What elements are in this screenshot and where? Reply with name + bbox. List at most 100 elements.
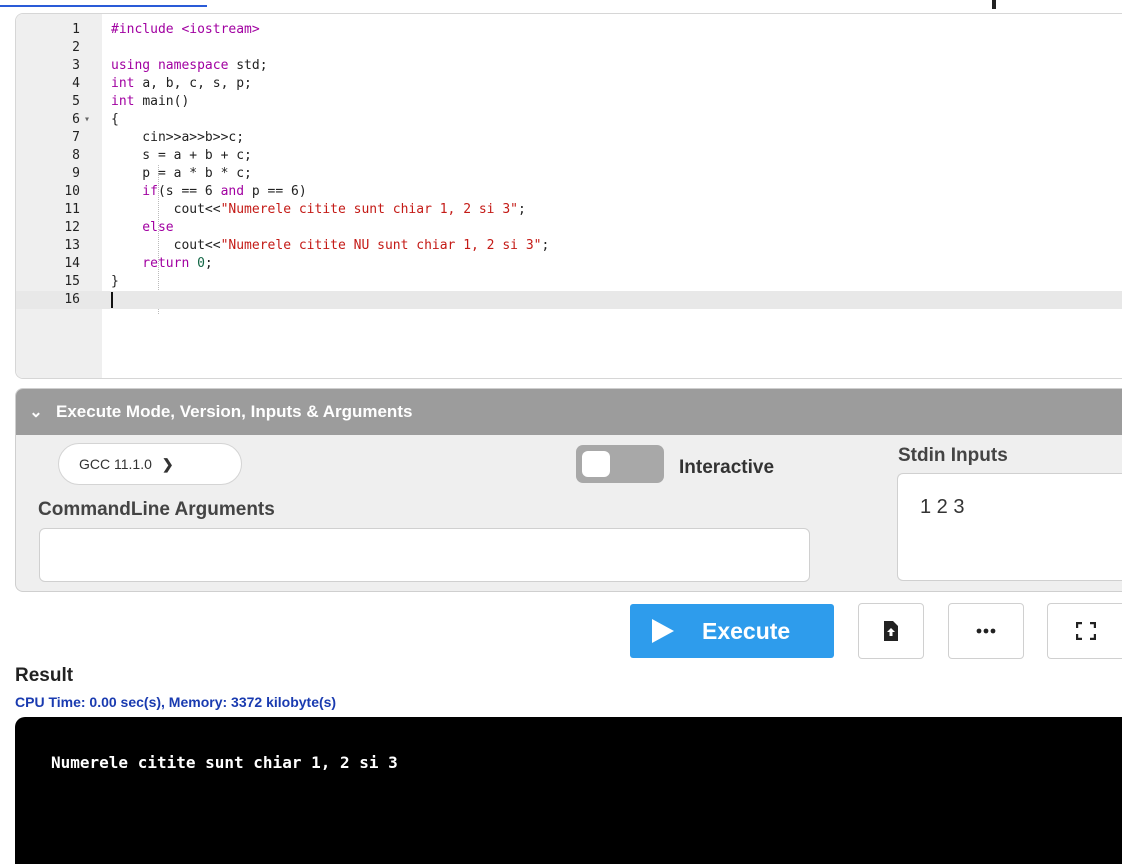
code-text: cout<<"Numerele citite sunt chiar 1, 2 s…: [111, 201, 526, 219]
chevron-down-icon: ❯: [161, 455, 174, 472]
interactive-label: Interactive: [679, 457, 775, 478]
play-icon: [652, 619, 674, 643]
line-number: 1: [72, 22, 80, 37]
stdin-input[interactable]: 1 2 3: [897, 473, 1122, 581]
line-number: 10: [64, 184, 80, 199]
stdin-label: Stdin Inputs: [898, 445, 1008, 466]
file-upload-icon: [884, 621, 898, 641]
code-token: cin>>a>>b>>c;: [111, 130, 245, 145]
code-token: "Numerele citite sunt chiar 1, 2 si 3": [220, 202, 518, 217]
code-token: ;: [518, 202, 526, 217]
line-number: 7: [72, 130, 80, 145]
cmdline-args-input[interactable]: [39, 528, 810, 582]
execute-options-panel: ⌄ Execute Mode, Version, Inputs & Argume…: [15, 388, 1122, 592]
code-token: main(): [142, 94, 190, 109]
line-number: 16: [64, 292, 80, 307]
line-number: 9: [72, 166, 80, 181]
execute-options-title: Execute Mode, Version, Inputs & Argument…: [56, 402, 413, 421]
code-text: return 0;: [111, 255, 213, 273]
code-token: a, b, c, s, p;: [142, 76, 252, 91]
code-line[interactable]: 13 cout<<"Numerele citite NU sunt chiar …: [16, 237, 1122, 255]
code-token: (s == 6: [157, 184, 221, 199]
toggle-knob: [582, 451, 610, 477]
chevron-down-icon: ⌄: [29, 404, 43, 421]
code-line[interactable]: 7 cin>>a>>b>>c;: [16, 129, 1122, 147]
code-line[interactable]: 5 int main(): [16, 93, 1122, 111]
ellipsis-icon: [976, 628, 996, 634]
line-number: 11: [64, 202, 80, 217]
code-text: cin>>a>>b>>c;: [111, 129, 244, 147]
code-text: if(s == 6 and p == 6): [111, 183, 307, 201]
top-link[interactable]: [0, 0, 207, 7]
code-token: else: [111, 220, 174, 235]
code-text: else: [111, 219, 174, 237]
line-number: 12: [64, 220, 80, 235]
code-text: s = a + b + c;: [111, 147, 252, 165]
code-line[interactable]: 10 if(s == 6 and p == 6): [16, 183, 1122, 201]
code-line[interactable]: 1 #include <iostream>: [16, 21, 1122, 39]
execute-options-header[interactable]: ⌄ Execute Mode, Version, Inputs & Argume…: [16, 389, 1122, 435]
code-line[interactable]: 12 else: [16, 219, 1122, 237]
code-line[interactable]: 4 int a, b, c, s, p;: [16, 75, 1122, 93]
code-token: cout<<: [111, 202, 221, 217]
code-lines[interactable]: 1 #include <iostream> 2 3 using namespace st…: [16, 21, 1122, 309]
code-token: return: [111, 256, 198, 271]
code-token: std;: [236, 58, 268, 73]
top-marker: [992, 0, 996, 9]
execute-button[interactable]: Execute: [630, 604, 834, 658]
code-line[interactable]: 6 ▾ {: [16, 111, 1122, 129]
stdin-value: 1 2 3: [920, 496, 965, 518]
code-token: p == 6): [244, 184, 307, 199]
code-token: "Numerele citite NU sunt chiar 1, 2 si 3…: [220, 238, 542, 253]
text-cursor: [111, 292, 113, 308]
line-number: 3: [72, 58, 80, 73]
code-token: int: [111, 76, 143, 91]
code-editor[interactable]: 1 #include <iostream> 2 3 using namespace st…: [15, 13, 1122, 379]
code-line[interactable]: 16: [16, 291, 1122, 309]
execute-label: Execute: [702, 617, 791, 644]
code-line[interactable]: 14 return 0;: [16, 255, 1122, 273]
code-token: #include <iostream>: [111, 22, 260, 37]
fullscreen-icon: [1075, 622, 1096, 640]
fold-toggle-icon[interactable]: ▾: [80, 111, 94, 129]
code-token: ;: [204, 256, 213, 271]
save-file-button[interactable]: [858, 603, 924, 659]
code-token: int: [111, 94, 143, 109]
code-token: }: [111, 274, 119, 289]
code-token: 0: [197, 256, 205, 271]
code-line[interactable]: 2: [16, 39, 1122, 57]
compiler-select[interactable]: GCC 11.1.0 ❯: [58, 443, 242, 485]
code-text: {: [111, 111, 119, 129]
compiler-value: GCC 11.1.0: [79, 456, 152, 472]
code-token: p = a * b * c;: [111, 166, 252, 181]
line-number: 6: [72, 112, 80, 127]
code-token: {: [111, 112, 119, 127]
fullscreen-button[interactable]: [1047, 603, 1122, 659]
result-label: Result: [15, 665, 74, 686]
code-token: ;: [541, 238, 550, 253]
code-line[interactable]: 15}: [16, 273, 1122, 291]
output-text: Numerele citite sunt chiar 1, 2 si 3: [51, 753, 398, 772]
more-options-button[interactable]: [948, 603, 1024, 659]
cpu-memory-stats: CPU Time: 0.00 sec(s), Memory: 3372 kilo…: [15, 694, 337, 710]
code-token: using namespace: [111, 58, 237, 73]
line-number: 13: [64, 238, 80, 253]
code-line[interactable]: 8 s = a + b + c;: [16, 147, 1122, 165]
line-number: 15: [64, 274, 80, 289]
code-line[interactable]: 9 p = a * b * c;: [16, 165, 1122, 183]
code-text: p = a * b * c;: [111, 165, 252, 183]
line-number: 14: [64, 256, 80, 271]
line-number: 5: [72, 94, 80, 109]
code-line[interactable]: 11 cout<<"Numerele citite sunt chiar 1, …: [16, 201, 1122, 219]
code-token: and: [220, 184, 245, 199]
cmdline-args-label: CommandLine Arguments: [38, 499, 275, 520]
code-token: s = a + b + c;: [111, 148, 252, 163]
code-text: int a, b, c, s, p;: [111, 75, 252, 93]
code-text: cout<<"Numerele citite NU sunt chiar 1, …: [111, 237, 550, 255]
line-number: 8: [72, 148, 80, 163]
code-text: #include <iostream>: [111, 21, 260, 39]
code-text: using namespace std;: [111, 57, 268, 75]
code-line[interactable]: 3 using namespace std;: [16, 57, 1122, 75]
interactive-toggle[interactable]: [576, 445, 664, 483]
code-token: cout<<: [111, 238, 221, 253]
